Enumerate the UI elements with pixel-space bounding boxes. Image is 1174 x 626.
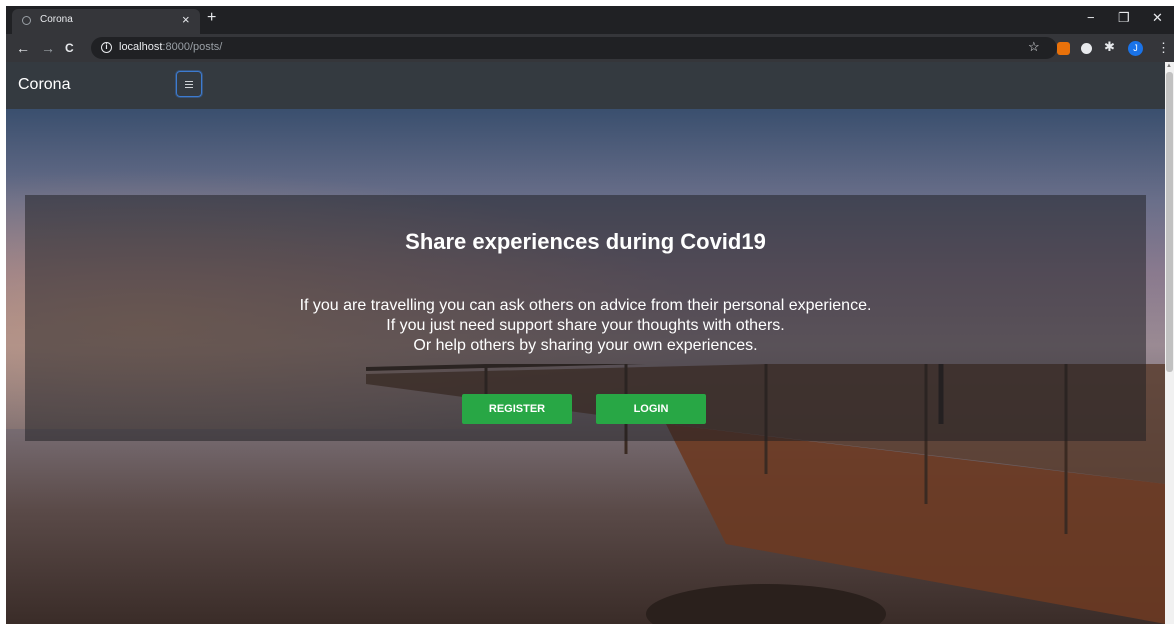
hero-section: Share experiences during Covid19 If you …	[6, 109, 1165, 624]
url-host: localhost	[119, 41, 163, 53]
restore-button[interactable]: ❐	[1118, 10, 1130, 26]
close-window-button[interactable]: ✕	[1152, 10, 1163, 26]
hero-jumbotron: Share experiences during Covid19 If you …	[25, 195, 1146, 441]
forward-button[interactable]: →	[41, 39, 55, 57]
extension-orange-icon[interactable]	[1057, 42, 1070, 55]
close-tab-button[interactable]: ×	[182, 12, 190, 28]
navbar-brand[interactable]: Corona	[18, 76, 70, 94]
back-button[interactable]: ←	[16, 39, 30, 57]
minimize-button[interactable]: −	[1087, 10, 1095, 26]
info-icon[interactable]: i	[101, 42, 112, 53]
hero-description: If you are travelling you can ask others…	[25, 296, 1146, 356]
navbar-toggler-button[interactable]	[176, 71, 202, 97]
profile-avatar[interactable]: J	[1128, 41, 1143, 56]
page-scrollbar[interactable]: ▲	[1165, 62, 1174, 624]
hero-line-3: Or help others by sharing your own exper…	[413, 337, 758, 354]
page-viewport: Corona Share experiences during Covid19 …	[6, 62, 1165, 624]
tab-corona[interactable]: Corona ×	[12, 9, 200, 34]
login-button[interactable]: LOGIN	[596, 394, 706, 424]
globe-icon	[22, 16, 31, 25]
scrollbar-thumb[interactable]	[1166, 72, 1173, 372]
address-bar[interactable]: i localhost:8000/posts/	[91, 37, 1057, 59]
reload-button[interactable]: C	[65, 39, 74, 57]
bookmark-star-icon[interactable]: ☆	[1028, 39, 1040, 55]
register-button[interactable]: REGISTER	[462, 394, 572, 424]
new-tab-button[interactable]: +	[207, 9, 216, 27]
tab-strip: Corona × + − ❐ ✕	[6, 6, 1174, 34]
hamburger-icon	[185, 81, 193, 88]
url-path: :8000/posts/	[162, 41, 223, 53]
extensions-puzzle-icon[interactable]: ✱	[1104, 39, 1117, 54]
url-text[interactable]: localhost:8000/posts/	[119, 41, 222, 53]
browser-toolbar: ← → C i localhost:8000/posts/ ☆ ✱ J ⋮	[6, 34, 1174, 62]
extension-circle-icon[interactable]	[1081, 43, 1092, 54]
hero-line-1: If you are travelling you can ask others…	[299, 297, 872, 314]
tab-title: Corona	[40, 14, 73, 25]
hero-line-2: If you just need support share your thou…	[386, 317, 785, 334]
scroll-up-icon[interactable]: ▲	[1166, 63, 1172, 69]
hero-headline: Share experiences during Covid19	[405, 229, 766, 254]
browser-window: Corona × + − ❐ ✕ ← → C i localhost:8000/…	[6, 6, 1174, 624]
menu-kebab-icon[interactable]: ⋮	[1157, 39, 1170, 57]
site-navbar: Corona	[6, 62, 1165, 109]
